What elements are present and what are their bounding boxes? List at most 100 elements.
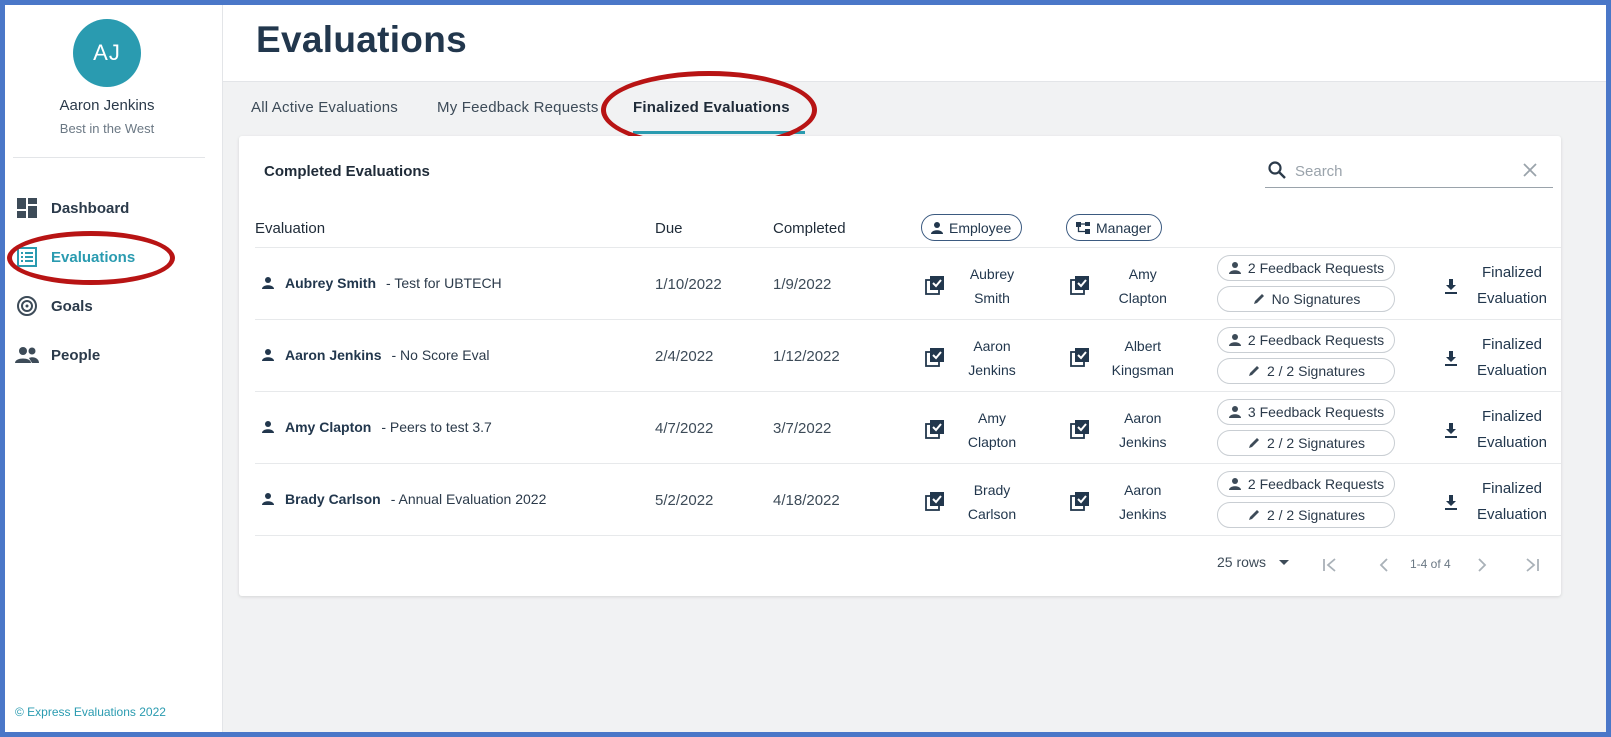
app-frame: AJ Aaron Jenkins Best in the West Dashbo…	[0, 0, 1611, 737]
checklist-icon[interactable]	[1070, 275, 1092, 297]
person-icon	[262, 493, 274, 505]
employee-name: Amy Clapton	[961, 406, 1023, 454]
pencil-icon	[1248, 510, 1259, 520]
next-page-icon[interactable]	[1473, 556, 1491, 574]
finalized-line-1: Finalized	[1481, 480, 1543, 497]
table-row[interactable]: Brady Carlson - Annual Evaluation 2022 5/2…	[239, 464, 1561, 536]
download-icon	[1445, 351, 1457, 366]
checklist-icon[interactable]	[1070, 491, 1092, 513]
due-date: 5/2/2022	[655, 492, 714, 509]
manager-name: Albert Kingsman	[1106, 334, 1180, 382]
person-icon	[1228, 334, 1241, 346]
download-finalized-button[interactable]: Finalized Evaluation	[1444, 476, 1552, 528]
evaluation-name[interactable]: - Test for UBTECH	[386, 275, 502, 291]
checklist-icon[interactable]	[925, 347, 947, 369]
employee-link[interactable]: Amy Clapton	[285, 419, 371, 435]
table-row[interactable]: Aubrey Smith - Test for UBTECH 1/10/2022 1/…	[239, 248, 1561, 320]
pencil-icon	[1248, 366, 1259, 376]
evaluation-cell: Aaron Jenkins - No Score Eval	[261, 347, 490, 363]
checklist-icon[interactable]	[1070, 419, 1092, 441]
employee-filter-chip[interactable]: Employee	[921, 214, 1023, 241]
feedback-requests-button[interactable]: 3 Feedback Requests	[1217, 399, 1395, 425]
employee-link[interactable]: Aaron Jenkins	[285, 347, 381, 363]
finalized-line-2: Evaluation	[1476, 290, 1548, 307]
last-name: Jenkins	[1119, 506, 1167, 522]
tab-my-feedback-requests[interactable]: My Feedback Requests	[437, 99, 599, 116]
footer-copyright: © Express Evaluations 2022	[15, 705, 166, 719]
user-name: Aaron Jenkins	[59, 97, 155, 114]
feedback-label: 2 Feedback Requests	[1247, 260, 1385, 276]
checklist-icon[interactable]	[925, 275, 947, 297]
completed-evaluations-card: Completed Evaluations Evaluation Due Com…	[239, 136, 1561, 596]
chip-label: Manager	[1096, 219, 1152, 236]
avatar-initials: AJ	[93, 40, 121, 65]
signatures-label: No Signatures	[1271, 291, 1361, 307]
avatar[interactable]: AJ	[73, 19, 141, 87]
first-name: Aubrey	[969, 266, 1015, 282]
table-row[interactable]: Aaron Jenkins - No Score Eval 2/4/2022 1/12…	[239, 320, 1561, 392]
page-header: Evaluations	[223, 5, 1606, 82]
column-header-due[interactable]: Due	[655, 220, 683, 237]
manager-cell: Aaron Jenkins	[1070, 406, 1180, 454]
manager-filter-chip[interactable]: Manager	[1066, 214, 1163, 241]
sidebar-item-label: Dashboard	[51, 199, 130, 217]
last-page-icon[interactable]	[1523, 556, 1541, 574]
employee-name: Brady Carlson	[961, 478, 1023, 526]
employee-cell: Aubrey Smith	[925, 262, 1035, 310]
target-icon	[15, 294, 39, 318]
completed-date: 1/9/2022	[773, 276, 832, 293]
finalized-label: Finalized Evaluation	[1472, 404, 1552, 456]
first-name: Brady	[973, 482, 1011, 498]
last-name: Jenkins	[1119, 434, 1167, 450]
feedback-requests-button[interactable]: 2 Feedback Requests	[1217, 327, 1395, 353]
checklist-icon[interactable]	[925, 419, 947, 441]
checklist-icon[interactable]	[1070, 347, 1092, 369]
first-page-icon[interactable]	[1321, 556, 1339, 574]
person-icon	[1228, 478, 1241, 490]
column-header-completed[interactable]: Completed	[773, 220, 846, 237]
table-row[interactable]: Amy Clapton - Peers to test 3.7 4/7/2022 3/…	[239, 392, 1561, 464]
signatures-button[interactable]: 2 / 2 Signatures	[1217, 430, 1395, 456]
signatures-button[interactable]: No Signatures	[1217, 286, 1395, 312]
sidebar: AJ Aaron Jenkins Best in the West Dashbo…	[5, 5, 223, 732]
column-header-evaluation[interactable]: Evaluation	[255, 220, 325, 237]
person-icon	[1228, 262, 1241, 274]
manager-name: Aaron Jenkins	[1106, 478, 1180, 526]
close-icon[interactable]	[1521, 161, 1539, 179]
previous-page-icon[interactable]	[1375, 556, 1393, 574]
employee-link[interactable]: Aubrey Smith	[285, 275, 376, 291]
page-range: 1-4 of 4	[1410, 557, 1451, 571]
search-icon	[1267, 160, 1287, 180]
evaluation-name[interactable]: - Peers to test 3.7	[381, 419, 492, 435]
completed-date: 1/12/2022	[773, 348, 840, 365]
tab-bar: All Active Evaluations My Feedback Reque…	[223, 71, 1606, 149]
person-icon	[262, 349, 274, 361]
caret-down-icon	[1278, 560, 1289, 565]
download-finalized-button[interactable]: Finalized Evaluation	[1444, 404, 1552, 456]
sidebar-item-goals[interactable]: Goals	[15, 291, 205, 321]
feedback-requests-button[interactable]: 2 Feedback Requests	[1217, 471, 1395, 497]
evaluation-name[interactable]: - Annual Evaluation 2022	[391, 491, 547, 507]
sidebar-item-dashboard[interactable]: Dashboard	[15, 193, 205, 223]
evaluation-name[interactable]: - No Score Eval	[391, 347, 489, 363]
first-name: Amy	[978, 410, 1006, 426]
employee-cell: Amy Clapton	[925, 406, 1035, 454]
employee-cell: Brady Carlson	[925, 478, 1035, 526]
finalized-line-2: Evaluation	[1476, 362, 1548, 379]
first-name: Amy	[1128, 266, 1157, 282]
page-title: Evaluations	[256, 19, 467, 60]
download-finalized-button[interactable]: Finalized Evaluation	[1444, 332, 1552, 384]
first-name: Aaron	[1124, 410, 1162, 426]
sidebar-item-people[interactable]: People	[15, 340, 205, 370]
search-input[interactable]	[1295, 160, 1515, 182]
signatures-button[interactable]: 2 / 2 Signatures	[1217, 358, 1395, 384]
signatures-button[interactable]: 2 / 2 Signatures	[1217, 502, 1395, 528]
feedback-requests-button[interactable]: 2 Feedback Requests	[1217, 255, 1395, 281]
tab-all-active-evaluations[interactable]: All Active Evaluations	[251, 99, 398, 116]
checklist-icon[interactable]	[925, 491, 947, 513]
rows-per-page-label: 25 rows	[1217, 554, 1267, 570]
employee-link[interactable]: Brady Carlson	[285, 491, 381, 507]
rows-per-page-select[interactable]: 25 rows	[1217, 554, 1290, 570]
search-field	[1265, 156, 1553, 188]
download-finalized-button[interactable]: Finalized Evaluation	[1444, 260, 1552, 312]
